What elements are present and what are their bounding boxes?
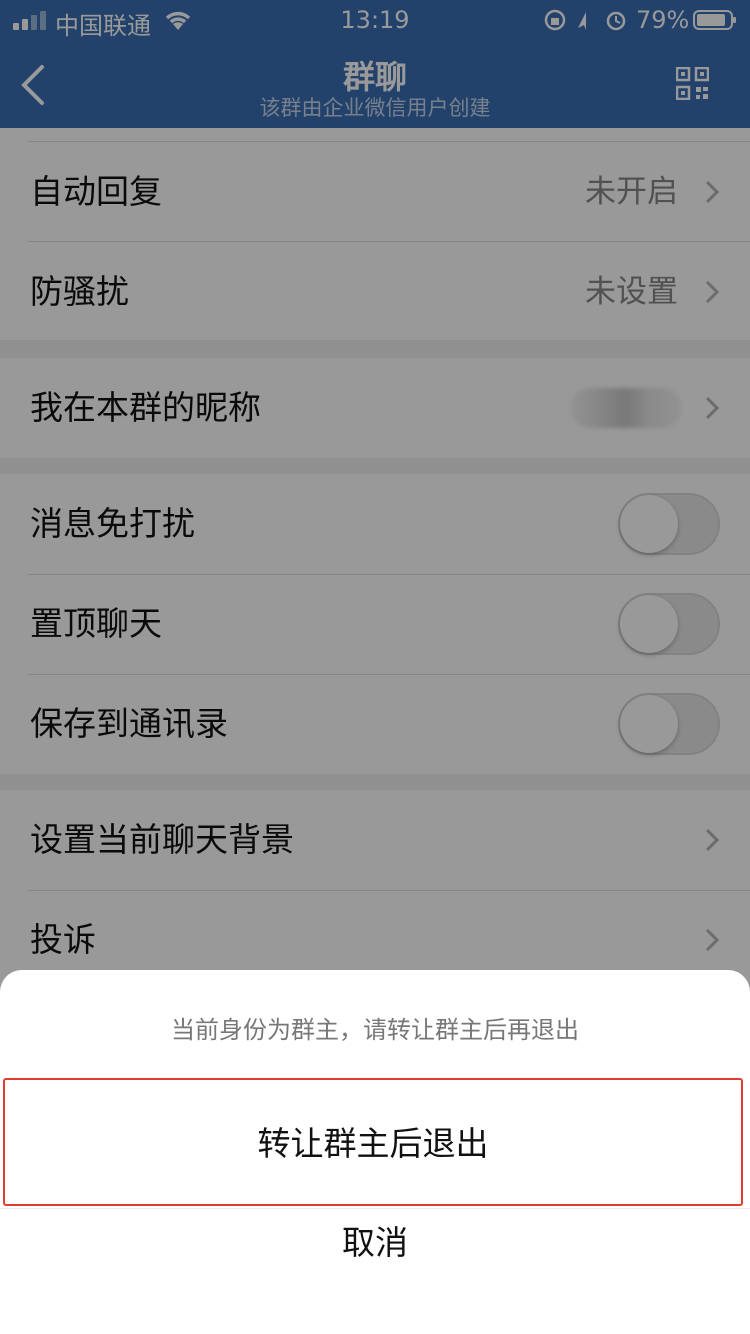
action-sheet: 当前身份为群主，请转让群主后再退出 转让群主后退出 取消: [0, 970, 750, 1334]
action-sheet-message: 当前身份为群主，请转让群主后再退出: [171, 1016, 579, 1044]
divider: [0, 1208, 750, 1209]
cancel-button[interactable]: 取消: [0, 1210, 750, 1290]
transfer-owner-and-exit-button[interactable]: 转让群主后退出: [3, 1078, 743, 1206]
